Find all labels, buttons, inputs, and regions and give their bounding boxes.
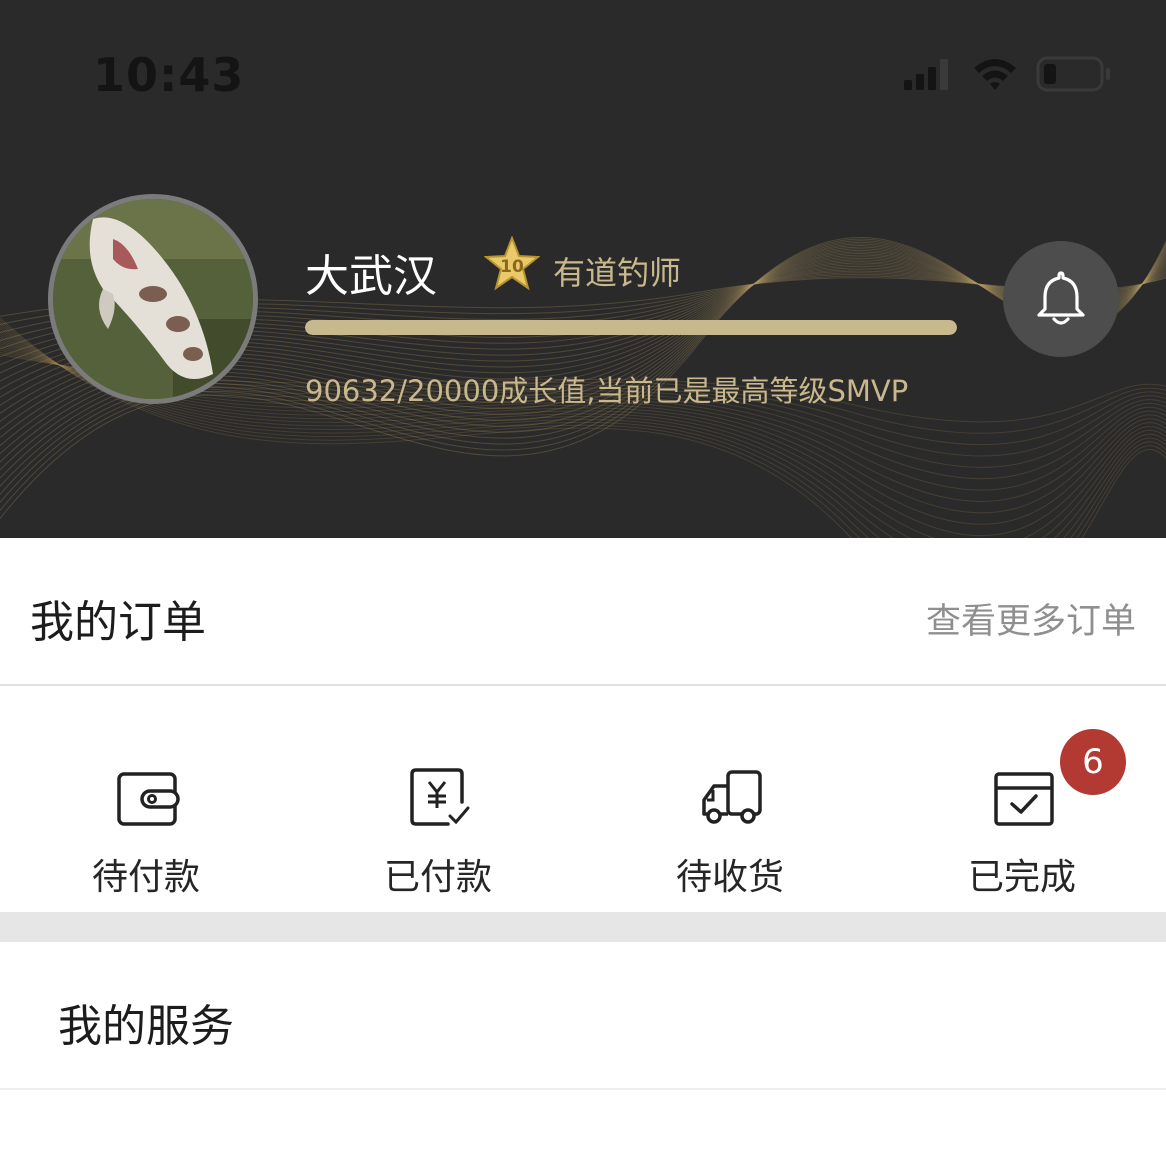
delivery-truck-icon: [702, 770, 762, 824]
services-title: 我的服务: [58, 1001, 234, 1052]
status-bar: 10:43: [0, 0, 1166, 150]
services-section-header: 我的服务: [0, 942, 1166, 1090]
view-more-orders-link[interactable]: 查看更多订单: [926, 593, 1136, 644]
status-time: 10:43: [93, 48, 245, 102]
order-item-label: 待收货: [675, 857, 784, 898]
username: 大武汉: [305, 251, 437, 302]
growth-progress-bar: [305, 320, 957, 335]
level-title: 有道钓师: [553, 254, 682, 292]
order-paid[interactable]: 已付款: [292, 688, 584, 912]
order-completed[interactable]: 6 已完成: [876, 688, 1166, 912]
order-status-row: 待付款 已付款 待收货 6 已完成: [0, 688, 1166, 912]
order-pending-receipt[interactable]: 待收货: [584, 688, 876, 912]
order-item-label: 已完成: [967, 857, 1076, 898]
completed-count-badge: 6: [1060, 729, 1126, 795]
signal-icon: [904, 59, 948, 90]
growth-text: 90632/20000成长值,当前已是最高等级SMVP: [305, 374, 909, 408]
level-star-icon: 10: [484, 236, 540, 291]
bell-icon: [1037, 271, 1085, 325]
completed-check-icon: [994, 772, 1054, 826]
wallet-icon: [117, 772, 180, 826]
wifi-icon: [974, 59, 1016, 90]
orders-title: 我的订单: [30, 597, 206, 648]
orders-section-header: 我的订单 查看更多订单: [0, 538, 1166, 686]
level-badge-number: 10: [500, 257, 524, 277]
order-item-label: 待付款: [91, 857, 200, 898]
avatar-photo: [53, 199, 253, 399]
paid-receipt-icon: [410, 768, 470, 826]
notification-button[interactable]: [1003, 241, 1119, 357]
avatar[interactable]: [48, 194, 258, 404]
order-item-label: 已付款: [383, 857, 492, 898]
section-divider: [0, 912, 1166, 942]
profile-header: 10:43 大武汉 10 有道钓师 90632/20000成长值,当前已是最高等…: [0, 0, 1166, 538]
order-pending-payment[interactable]: 待付款: [0, 688, 292, 912]
growth-progress-fill: [305, 320, 957, 335]
battery-icon: [1036, 56, 1110, 92]
